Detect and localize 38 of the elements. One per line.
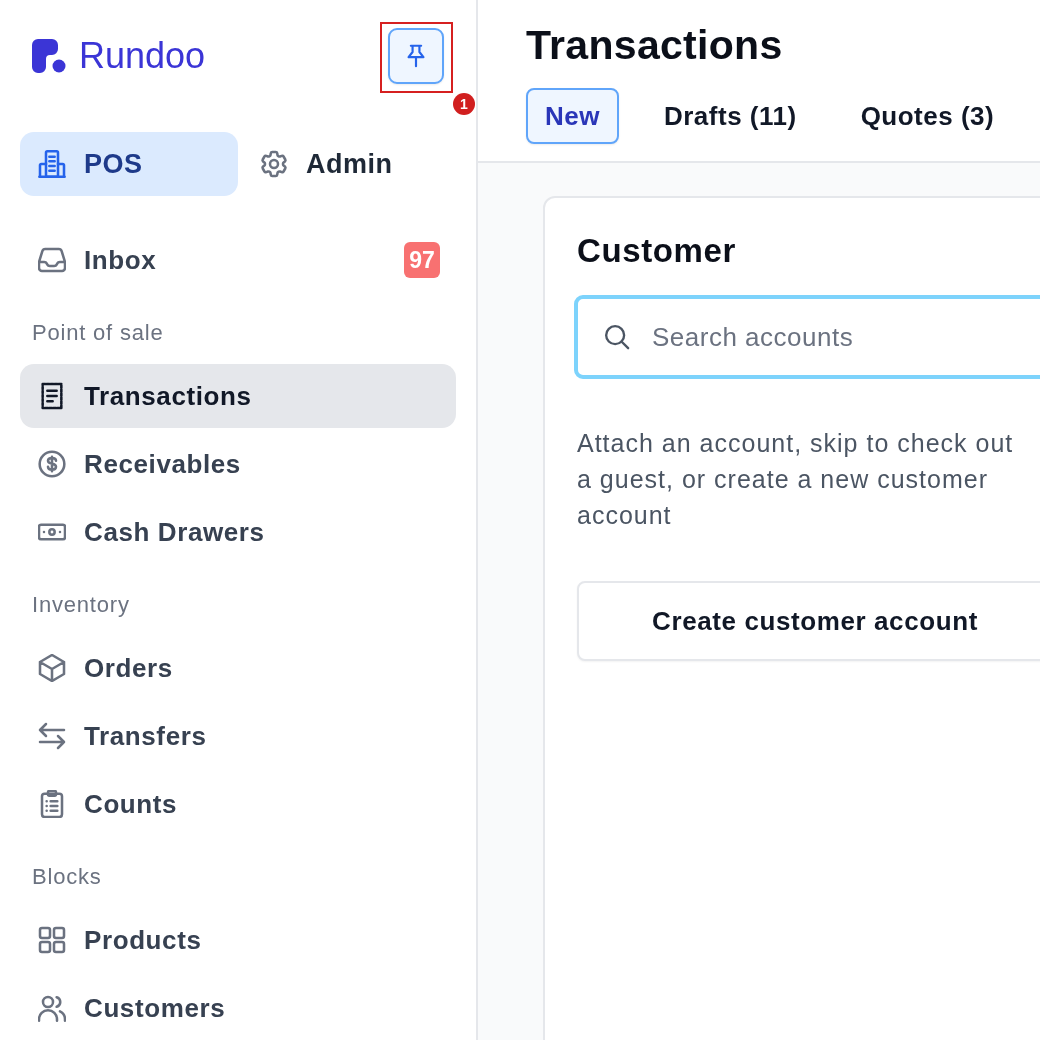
- sidebar-item[interactable]: Transfers: [20, 704, 456, 768]
- sidebar-item[interactable]: Products: [20, 908, 456, 972]
- dollar-coin-icon: [38, 450, 66, 478]
- logo-text: Rundoo: [79, 35, 206, 77]
- pin-button[interactable]: [388, 28, 444, 84]
- section-heading: Point of sale: [32, 319, 165, 347]
- step-marker: 1: [453, 93, 475, 115]
- card-title: Customer: [577, 231, 737, 271]
- swap-arrows-icon: [38, 722, 66, 750]
- section-heading: Blocks: [32, 863, 103, 891]
- users-icon: [38, 994, 66, 1022]
- sidebar-item[interactable]: Cash Drawers: [20, 500, 456, 564]
- mode-tab[interactable]: Admin: [242, 132, 411, 196]
- description-text: Attach an account, skip to check out a guest, or create a new customer account: [577, 428, 1015, 531]
- sidebar-item[interactable]: Orders: [20, 636, 456, 700]
- logo-icon: [32, 39, 66, 73]
- settings-icon: [260, 150, 288, 178]
- page-title: Transactions: [526, 21, 784, 70]
- building-icon: [38, 150, 66, 178]
- sidebar-item[interactable]: Counts: [20, 772, 456, 836]
- clipboard-icon: [38, 790, 66, 818]
- sidebar-item[interactable]: Receivables: [20, 432, 456, 496]
- grid-icon: [38, 926, 66, 954]
- search-icon: [604, 324, 630, 350]
- tab[interactable]: New: [526, 88, 619, 144]
- create-account-button[interactable]: Create customer account: [577, 581, 1040, 661]
- inbox-icon: [38, 246, 66, 274]
- tab[interactable]: Quotes (3): [841, 88, 1014, 144]
- receipt-icon: [38, 382, 66, 410]
- section-heading: Inventory: [32, 591, 131, 619]
- sidebar-item[interactable]: Inbox 97: [20, 228, 456, 292]
- package-icon: [38, 654, 66, 682]
- tab[interactable]: Drafts (11): [644, 88, 816, 144]
- search-field[interactable]: Search accounts: [574, 295, 1040, 379]
- mode-tab[interactable]: POS: [20, 132, 238, 196]
- sidebar-item[interactable]: Transactions: [20, 364, 456, 428]
- count-badge: 97: [404, 242, 440, 278]
- sidebar-item[interactable]: Customers: [20, 976, 456, 1040]
